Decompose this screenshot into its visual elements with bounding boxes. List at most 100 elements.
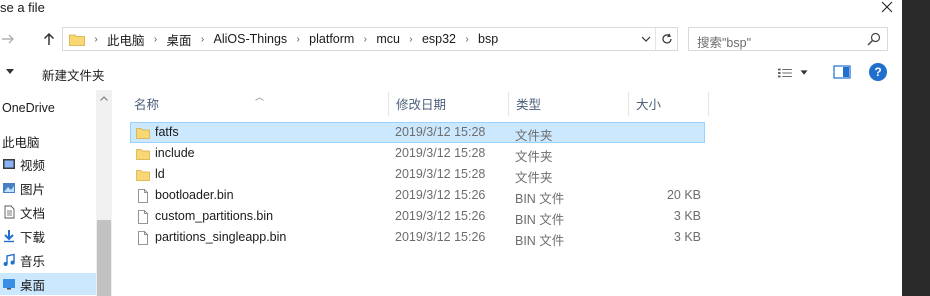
column-divider[interactable]	[708, 92, 709, 116]
file-row-ld[interactable]: ld 2019/3/12 15:28 文件夹	[130, 164, 705, 185]
breadcrumb-item[interactable]: esp32	[420, 32, 458, 46]
chevron-right-icon[interactable]: ›	[356, 34, 374, 45]
file-icon	[138, 210, 148, 224]
chevron-right-icon[interactable]: ›	[458, 34, 476, 45]
chevron-right-icon[interactable]: ›	[402, 34, 420, 45]
nav-scrollbar[interactable]	[96, 90, 112, 296]
file-row-fatfs[interactable]: fatfs 2019/3/12 15:28 文件夹	[130, 122, 705, 143]
nav-item-label: 此电脑	[2, 135, 40, 150]
downloads-icon	[4, 230, 14, 243]
nav-item-label: 图片	[20, 182, 46, 197]
column-header-name[interactable]: 名称	[126, 90, 388, 116]
file-type: 文件夹	[515, 171, 553, 185]
column-header-size[interactable]: 大小	[628, 90, 708, 116]
background-window-edge	[902, 0, 930, 296]
help-button[interactable]: ?	[869, 63, 887, 81]
organize-dropdown-icon[interactable]	[6, 69, 14, 75]
title-bar: se a file	[0, 0, 930, 20]
forward-button[interactable]	[0, 28, 18, 50]
file-date: 2019/3/12 15:26	[395, 230, 486, 244]
breadcrumb-item[interactable]: 此电脑	[105, 30, 147, 49]
window-title: se a file	[0, 0, 45, 15]
file-date: 2019/3/12 15:26	[395, 209, 486, 223]
preview-pane-icon[interactable]	[833, 64, 851, 80]
file-size: 20 KB	[666, 188, 701, 202]
column-header-label: 类型	[516, 97, 542, 112]
music-icon	[3, 253, 15, 266]
command-toolbar: 新建文件夹 ?	[0, 58, 930, 88]
nav-item-label: 音乐	[20, 254, 46, 269]
change-view-button[interactable]	[778, 66, 810, 80]
file-type: BIN 文件	[515, 213, 565, 227]
file-size: 3 KB	[673, 230, 701, 244]
file-size: 3 KB	[673, 209, 701, 223]
file-row-custom-partitions[interactable]: custom_partitions.bin 2019/3/12 15:26 BI…	[130, 206, 705, 227]
search-icon[interactable]	[867, 32, 881, 46]
new-folder-button[interactable]: 新建文件夹	[42, 65, 105, 84]
column-header-type[interactable]: 类型	[508, 90, 628, 116]
address-bar[interactable]: › 此电脑 › 桌面 › AliOS-Things › platform › m…	[62, 27, 678, 51]
chevron-right-icon[interactable]: ›	[87, 34, 105, 45]
file-name: bootloader.bin	[155, 188, 234, 202]
address-history-button[interactable]	[637, 28, 655, 50]
nav-item-music[interactable]: 音乐	[0, 249, 45, 271]
file-date: 2019/3/12 15:28	[395, 125, 486, 139]
breadcrumb: › 此电脑 › 桌面 › AliOS-Things › platform › m…	[87, 28, 677, 50]
breadcrumb-item[interactable]: mcu	[374, 32, 402, 46]
nav-item-label: 下载	[20, 230, 46, 245]
file-dialog: se a file › 此电脑 › 桌面 › AliOS-Things › pl…	[0, 0, 930, 296]
file-row-bootloader[interactable]: bootloader.bin 2019/3/12 15:26 BIN 文件 20…	[130, 185, 705, 206]
file-list: ︿ 名称 修改日期 类型 大小 fatfs 2019/3/12 15:28 文件…	[112, 90, 930, 296]
chevron-right-icon[interactable]: ›	[147, 34, 165, 45]
file-date: 2019/3/12 15:26	[395, 188, 486, 202]
address-folder-icon	[67, 27, 87, 51]
refresh-button[interactable]	[655, 28, 677, 50]
file-name: partitions_singleapp.bin	[155, 230, 287, 244]
column-header-label: 大小	[636, 97, 662, 112]
details-view-icon	[778, 68, 792, 78]
nav-item-documents[interactable]: 文档	[0, 201, 45, 223]
nav-item-pictures[interactable]: 图片	[0, 177, 45, 199]
breadcrumb-item[interactable]: platform	[307, 32, 356, 46]
column-header-date[interactable]: 修改日期	[388, 90, 508, 116]
file-icon	[138, 231, 148, 245]
file-date: 2019/3/12 15:28	[395, 146, 486, 160]
nav-item-label: 视频	[20, 158, 46, 173]
chevron-right-icon[interactable]: ›	[289, 34, 307, 45]
file-type: 文件夹	[515, 129, 553, 143]
nav-item-videos[interactable]: 视频	[0, 153, 45, 175]
nav-item-label: 桌面	[20, 278, 46, 293]
search-placeholder: 搜索"bsp"	[697, 36, 752, 50]
forward-arrow-icon	[2, 34, 14, 44]
scroll-up-button[interactable]	[96, 90, 112, 106]
navigation-pane: OneDrive 此电脑 视频 图片 文档 下载 音乐 桌面	[0, 90, 112, 296]
up-button[interactable]	[40, 28, 58, 50]
chevron-down-icon	[641, 36, 651, 42]
documents-icon	[4, 205, 15, 219]
file-type: BIN 文件	[515, 192, 565, 206]
file-date: 2019/3/12 15:28	[395, 167, 486, 181]
close-button[interactable]	[872, 0, 902, 14]
nav-item-label: OneDrive	[2, 101, 55, 115]
scroll-thumb[interactable]	[97, 220, 111, 296]
up-arrow-icon	[43, 32, 55, 45]
file-name: fatfs	[155, 125, 179, 139]
nav-item-onedrive[interactable]: OneDrive	[0, 97, 55, 119]
navigation-row: › 此电脑 › 桌面 › AliOS-Things › platform › m…	[0, 24, 930, 54]
breadcrumb-item[interactable]: AliOS-Things	[212, 32, 290, 46]
file-row-include[interactable]: include 2019/3/12 15:28 文件夹	[130, 143, 705, 164]
column-header-label: 名称	[134, 97, 160, 112]
breadcrumb-item[interactable]: bsp	[476, 32, 500, 46]
refresh-icon	[661, 33, 672, 44]
desktop-icon	[3, 279, 15, 290]
nav-item-downloads[interactable]: 下载	[0, 225, 45, 247]
folder-icon	[136, 149, 150, 160]
nav-item-this-pc[interactable]: 此电脑	[0, 130, 40, 152]
file-name: include	[155, 146, 195, 160]
breadcrumb-item[interactable]: 桌面	[165, 30, 194, 49]
search-input[interactable]: 搜索"bsp"	[688, 27, 888, 51]
chevron-right-icon[interactable]: ›	[194, 34, 212, 45]
file-icon	[138, 189, 148, 203]
nav-item-desktop[interactable]: 桌面	[0, 273, 96, 295]
file-row-partitions-singleapp[interactable]: partitions_singleapp.bin 2019/3/12 15:26…	[130, 227, 705, 248]
